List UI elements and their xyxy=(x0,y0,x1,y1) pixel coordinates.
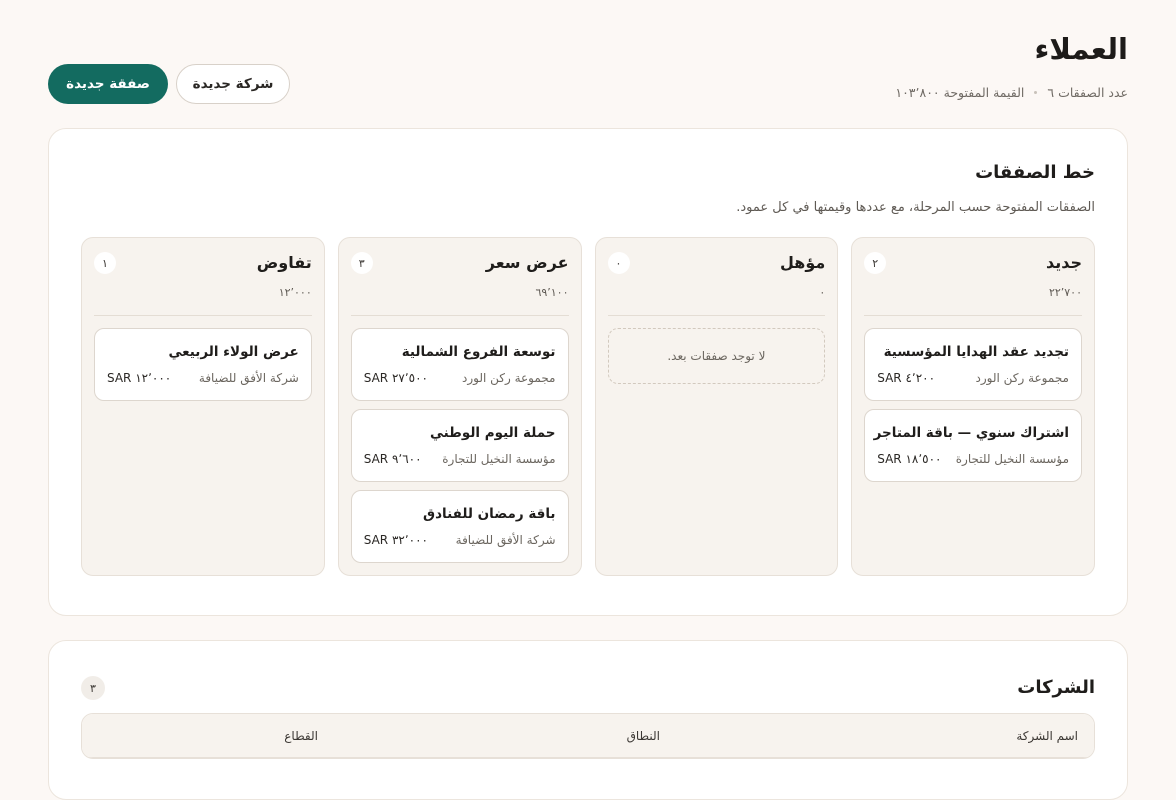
empty-state: لا توجد صفقات بعد. xyxy=(607,328,826,384)
deal-value: SAR ٢٧٬٥٠٠ xyxy=(363,371,428,385)
column-count-badge: ١ xyxy=(94,252,116,274)
companies-title: الشركات xyxy=(1017,677,1095,698)
deal-title: حملة اليوم الوطني xyxy=(430,425,556,441)
pipeline-columns: جديد ٢ ٢٢٬٧٠٠ تجديد عقد الهدايا المؤسسية مجم… xyxy=(81,237,1095,576)
deal-company: شركة الأفق للضيافة xyxy=(455,533,556,547)
deal-company: شركة الأفق للضيافة xyxy=(198,371,299,385)
deal-card[interactable]: توسعة الفروع الشمالية مجموعة ركن الورد SAR… xyxy=(350,328,569,401)
pipeline-column: مؤهل ٠ ٠ لا توجد صفقات بعد. xyxy=(594,237,839,576)
column-divider xyxy=(864,315,1082,316)
column-total-value: ٠ xyxy=(819,286,826,299)
companies-count-badge: ٣ xyxy=(81,676,105,700)
pipeline-column: عرض سعر ٣ ٦٩٬١٠٠ توسعة الفروع الشمالية مجموع… xyxy=(337,237,582,576)
deal-title: اشتراك سنوي — باقة المتاجر xyxy=(873,425,1069,441)
deal-cards: توسعة الفروع الشمالية مجموعة ركن الورد SAR… xyxy=(350,328,569,563)
pipeline-column: جديد ٢ ٢٢٬٧٠٠ تجديد عقد الهدايا المؤسسية مجم… xyxy=(851,237,1095,576)
page-header: العملاء عدد الصفقات ٦ القيمة المفتوحة ١٠… xyxy=(48,0,1128,128)
column-stage-name: عرض سعر xyxy=(485,253,569,272)
summary-line: عدد الصفقات ٦ القيمة المفتوحة ١٠٣٬٨٠٠ xyxy=(895,85,1128,100)
deal-company: مجموعة ركن الورد xyxy=(975,371,1069,385)
new-company-button[interactable]: شركة جديدة xyxy=(176,64,290,104)
deal-card[interactable]: تجديد عقد الهدايا المؤسسية مجموعة ركن الو… xyxy=(864,328,1082,401)
column-total-value: ١٢٬٠٠٠ xyxy=(278,286,312,299)
new-deal-button[interactable]: صفقة جديدة xyxy=(48,64,168,104)
column-divider xyxy=(94,315,312,316)
deal-value: SAR ٤٬٢٠٠ xyxy=(877,371,936,385)
deal-company: مجموعة ركن الورد xyxy=(461,371,556,385)
pipeline-description: الصفقات المفتوحة حسب المرحلة، مع عددها و… xyxy=(736,200,1095,215)
column-count-badge: ٣ xyxy=(350,252,373,274)
column-total-value: ٢٢٬٧٠٠ xyxy=(1048,286,1082,299)
deal-value: SAR ١٢٬٠٠٠ xyxy=(107,371,172,385)
deal-cards: لا توجد صفقات بعد. xyxy=(607,328,826,384)
column-count-badge: ٢ xyxy=(864,252,887,274)
deal-title: توسعة الفروع الشمالية xyxy=(401,344,556,360)
page-title: العملاء xyxy=(1034,32,1129,66)
separator-dot xyxy=(1034,91,1038,94)
pipeline-title: خط الصفقات xyxy=(975,162,1095,183)
deal-value: SAR ٣٢٬٠٠٠ xyxy=(363,533,428,547)
deal-title: تجديد عقد الهدايا المؤسسية xyxy=(883,344,1069,360)
open-value: القيمة المفتوحة ١٠٣٬٨٠٠ xyxy=(895,85,1025,100)
deal-company: مؤسسة النخيل للتجارة xyxy=(955,452,1069,466)
deal-card[interactable]: حملة اليوم الوطني مؤسسة النخيل للتجارة SAR… xyxy=(350,409,569,482)
column-stage-name: مؤهل xyxy=(779,253,826,272)
column-header-domain[interactable]: النطاق xyxy=(627,729,660,743)
deal-title: عرض الولاء الربيعي xyxy=(168,344,299,360)
companies-panel: الشركات ٣ اسم الشركة النطاق القطاع xyxy=(48,640,1128,800)
deal-card[interactable]: اشتراك سنوي — باقة المتاجر مؤسسة النخيل ل… xyxy=(864,409,1082,482)
header-actions: صفقة جديدة شركة جديدة xyxy=(48,64,290,104)
column-divider xyxy=(350,315,569,316)
deal-value: SAR ٩٬٦٠٠ xyxy=(363,452,422,466)
deal-card[interactable]: باقة رمضان للفنادق شركة الأفق للضيافة SAR … xyxy=(350,490,569,563)
column-divider xyxy=(607,315,826,316)
deal-cards: عرض الولاء الربيعي شركة الأفق للضيافة SAR … xyxy=(94,328,312,401)
companies-table: اسم الشركة النطاق القطاع xyxy=(81,713,1095,759)
column-total-value: ٦٩٬١٠٠ xyxy=(535,286,569,299)
column-header-sector[interactable]: القطاع xyxy=(284,729,318,743)
column-stage-name: تفاوض xyxy=(256,253,312,272)
deal-company: مؤسسة النخيل للتجارة xyxy=(442,452,556,466)
table-header: اسم الشركة النطاق القطاع xyxy=(82,714,1094,758)
deal-cards: تجديد عقد الهدايا المؤسسية مجموعة ركن الو… xyxy=(864,328,1082,482)
deal-title: باقة رمضان للفنادق xyxy=(423,506,556,522)
deal-card[interactable]: عرض الولاء الربيعي شركة الأفق للضيافة SAR … xyxy=(94,328,312,401)
column-header-company-name[interactable]: اسم الشركة xyxy=(1016,729,1078,743)
pipeline-panel: خط الصفقات الصفقات المفتوحة حسب المرحلة،… xyxy=(48,128,1128,616)
column-stage-name: جديد xyxy=(1045,253,1082,272)
deals-count: عدد الصفقات ٦ xyxy=(1047,85,1128,100)
column-count-badge: ٠ xyxy=(607,252,630,274)
pipeline-column: تفاوض ١ ١٢٬٠٠٠ عرض الولاء الربيعي شركة الأفق… xyxy=(81,237,325,576)
deal-value: SAR ١٨٬٥٠٠ xyxy=(877,452,942,466)
